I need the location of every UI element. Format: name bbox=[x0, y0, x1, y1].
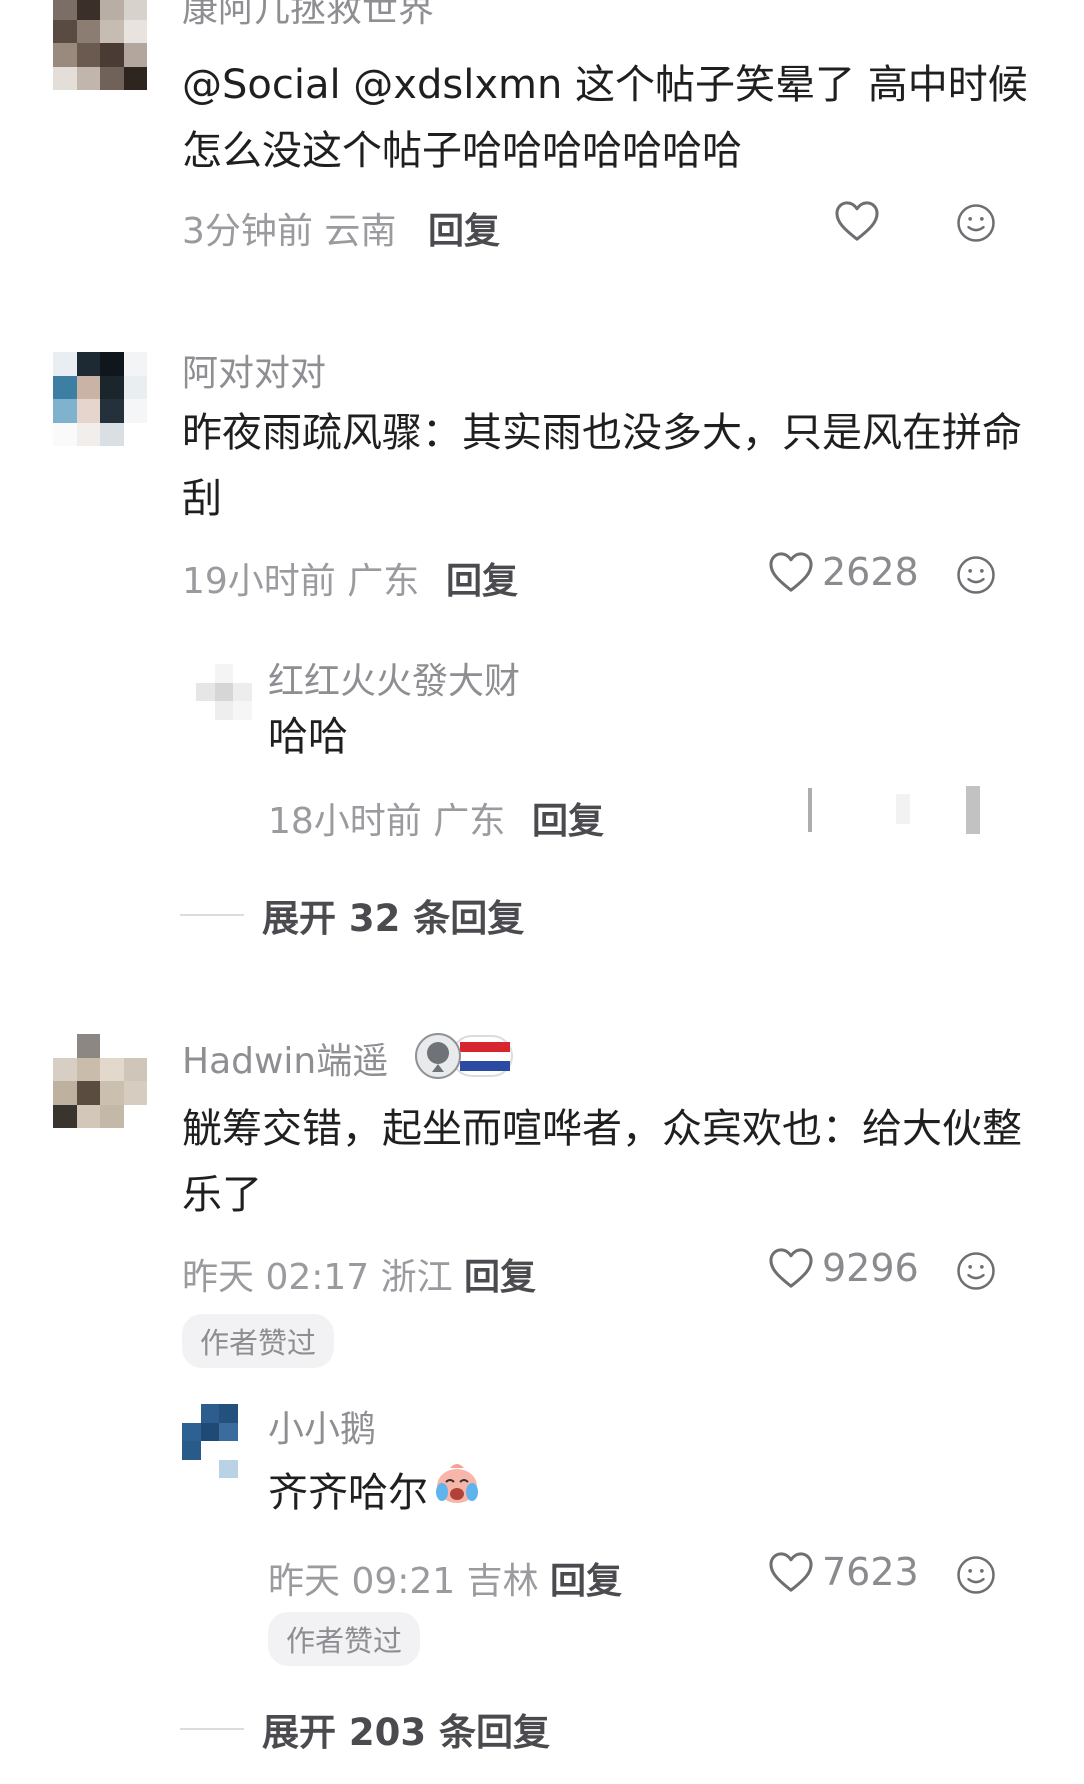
avatar[interactable] bbox=[53, 1034, 147, 1128]
reply-text-content: 齐齐哈尔 bbox=[268, 1470, 428, 1516]
divider-line bbox=[180, 1728, 244, 1730]
reply-author[interactable]: 红红火火發大财 bbox=[268, 652, 520, 704]
blurred-action-icons bbox=[800, 784, 1000, 840]
comment-region: 广东 bbox=[347, 561, 420, 602]
heart-outline-icon bbox=[768, 551, 814, 593]
expand-replies-button[interactable]: 展开 32 条回复 bbox=[180, 888, 524, 942]
like-button[interactable] bbox=[834, 200, 880, 242]
comment-time: 19小时前 广东 bbox=[182, 552, 419, 604]
comment-region: 云南 bbox=[324, 211, 397, 252]
smiley-face-icon[interactable] bbox=[956, 1555, 996, 1595]
expand-replies-button[interactable]: 展开 203 条回复 bbox=[180, 1702, 550, 1756]
expand-replies-label: 展开 32 条回复 bbox=[262, 897, 525, 940]
heart-outline-icon bbox=[768, 1551, 814, 1593]
avatar[interactable] bbox=[53, 352, 147, 446]
expand-replies-label: 展开 203 条回复 bbox=[262, 1711, 550, 1754]
author-liked-badge: 作者赞过 bbox=[182, 1314, 335, 1368]
divider-line bbox=[180, 914, 244, 916]
avatar[interactable] bbox=[196, 664, 270, 738]
reply-time: 18小时前 广东 bbox=[268, 792, 505, 844]
reply-timestamp: 昨天 09:21 bbox=[268, 1561, 456, 1602]
comment-author[interactable]: Hadwin端遥 bbox=[182, 1032, 388, 1084]
comment-author[interactable]: 康阿几拯救世界 bbox=[182, 0, 434, 32]
heart-outline-icon bbox=[768, 1247, 814, 1289]
comment-text: 觥筹交错，起坐而喧哗者，众宾欢也：给大伙整乐了 bbox=[182, 1106, 1022, 1218]
reply-text: 哈哈 bbox=[268, 714, 348, 760]
reply-author[interactable]: 小小鹅 bbox=[268, 1400, 376, 1452]
smiley-face-icon[interactable] bbox=[956, 1251, 996, 1291]
like-button[interactable]: 9296 bbox=[768, 1246, 919, 1290]
like-count: 7623 bbox=[822, 1550, 919, 1594]
like-count: 9296 bbox=[822, 1246, 919, 1290]
like-button[interactable]: 2628 bbox=[768, 550, 919, 594]
comment-time: 昨天 02:17 浙江 bbox=[182, 1248, 453, 1300]
reply-button[interactable]: 回复 bbox=[532, 792, 604, 844]
smiley-face-icon[interactable] bbox=[956, 203, 996, 243]
soccer-ball-netherlands-flag-icon bbox=[412, 1026, 516, 1084]
comment-timestamp: 19小时前 bbox=[182, 561, 336, 602]
crying-face-sticker-icon bbox=[432, 1458, 482, 1528]
reply-button[interactable]: 回复 bbox=[428, 202, 500, 254]
reply-button[interactable]: 回复 bbox=[446, 552, 518, 604]
reply-region: 广东 bbox=[433, 801, 506, 842]
comment-time: 3分钟前 云南 bbox=[182, 202, 396, 254]
reply-region: 吉林 bbox=[466, 1561, 539, 1602]
reply-text: 齐齐哈尔 bbox=[268, 1458, 1048, 1528]
comment-author[interactable]: 阿对对对 bbox=[182, 344, 326, 396]
comment-region: 浙江 bbox=[380, 1257, 453, 1298]
reply-button[interactable]: 回复 bbox=[464, 1248, 536, 1300]
reply-button[interactable]: 回复 bbox=[550, 1552, 622, 1604]
reply-time: 昨天 09:21 吉林 bbox=[268, 1552, 539, 1604]
comment-text: 昨夜雨疏风骤：其实雨也没多大，只是风在拼命刮 bbox=[182, 410, 1022, 522]
avatar[interactable] bbox=[182, 1404, 256, 1478]
like-button[interactable]: 7623 bbox=[768, 1550, 919, 1594]
author-liked-badge: 作者赞过 bbox=[268, 1612, 421, 1666]
comment-timestamp: 3分钟前 bbox=[182, 211, 313, 252]
comment-timestamp: 昨天 02:17 bbox=[182, 1257, 370, 1298]
smiley-face-icon[interactable] bbox=[956, 555, 996, 595]
comment-text: @Social @xdslxmn 这个帖子笑晕了 高中时候怎么没这个帖子哈哈哈哈… bbox=[182, 62, 1028, 174]
avatar[interactable] bbox=[53, 0, 147, 90]
heart-outline-icon bbox=[834, 200, 880, 242]
reply-timestamp: 18小时前 bbox=[268, 801, 422, 842]
like-count: 2628 bbox=[822, 550, 919, 594]
